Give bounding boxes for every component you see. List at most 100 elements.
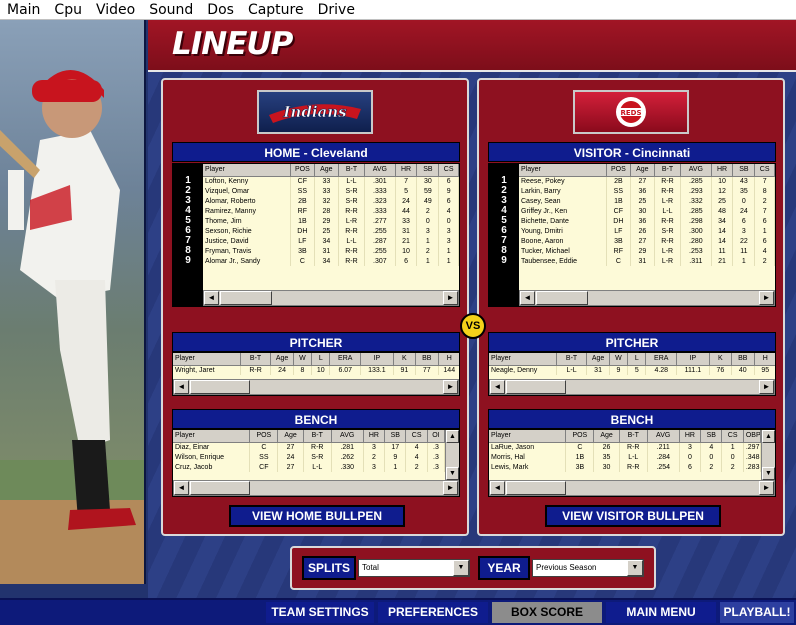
column-header[interactable]: Player (203, 164, 291, 177)
view-home-bullpen-button[interactable]: VIEW HOME BULLPEN (229, 505, 405, 527)
scroll-right-icon[interactable]: ► (759, 291, 774, 305)
table-row[interactable]: Taubensee, Eddie C 31 L-R .311 21 1 2 (519, 256, 775, 266)
column-header[interactable]: Age (593, 430, 620, 443)
chevron-down-icon[interactable]: ▼ (627, 560, 643, 576)
table-row[interactable]: Wright, Jaret R-R 24 8 10 6.07 133.1 91 77 144 (173, 365, 459, 375)
column-header[interactable]: Age (630, 164, 655, 177)
column-header[interactable]: AVG (680, 164, 712, 177)
home-lineup-hscroll[interactable]: ◄ ► (203, 290, 459, 306)
table-row[interactable]: Wilson, Enrique SS 24 S-R .262 2 9 4.3 (173, 452, 446, 462)
column-header[interactable]: Player (173, 430, 251, 443)
scroll-thumb[interactable] (506, 380, 566, 394)
column-header[interactable]: W (609, 353, 629, 366)
column-header[interactable]: BB (731, 353, 755, 366)
menu-cpu[interactable]: Cpu (47, 0, 89, 20)
column-header[interactable]: Player (489, 353, 557, 366)
column-header[interactable]: Age (586, 353, 610, 366)
column-header[interactable]: H (754, 353, 775, 366)
scroll-right-icon[interactable]: ► (443, 380, 458, 394)
table-row[interactable]: LaRue, Jason C 26 R-R .211 3 4 1.297 (489, 442, 762, 452)
menu-video[interactable]: Video (89, 0, 142, 20)
table-row[interactable]: Cruz, Jacob CF 27 L-L .330 3 1 2.3 (173, 462, 446, 472)
team-settings-button[interactable]: TEAM SETTINGS (266, 602, 374, 623)
table-row[interactable]: Young, Dmitri LF 26 S-R .300 14 3 1 (519, 226, 775, 236)
column-header[interactable]: HR (711, 164, 734, 177)
column-header[interactable]: B-T (654, 164, 682, 177)
column-header[interactable]: POS (565, 430, 595, 443)
column-header[interactable]: HR (679, 430, 702, 443)
column-header[interactable]: B-T (556, 353, 588, 366)
scroll-up-icon[interactable]: ▲ (762, 430, 775, 443)
column-header[interactable]: SB (416, 164, 440, 177)
column-header[interactable]: POS (249, 430, 279, 443)
scroll-left-icon[interactable]: ◄ (520, 291, 535, 305)
table-row[interactable]: Boone, Aaron 3B 27 R-R .280 14 22 6 (519, 236, 775, 246)
scroll-thumb[interactable] (190, 380, 250, 394)
menu-capture[interactable]: Capture (241, 0, 311, 20)
scroll-left-icon[interactable]: ◄ (174, 380, 189, 394)
column-header[interactable]: B-T (619, 430, 648, 443)
chevron-down-icon[interactable]: ▼ (453, 560, 469, 576)
column-header[interactable]: SB (700, 430, 723, 443)
visitor-bench-vscroll[interactable]: ▲ ▼ (761, 430, 775, 480)
scroll-left-icon[interactable]: ◄ (204, 291, 219, 305)
scroll-up-icon[interactable]: ▲ (446, 430, 459, 443)
table-row[interactable]: Ramirez, Manny RF 28 R-R .333 44 2 4 (203, 206, 459, 216)
column-header[interactable]: ERA (329, 353, 362, 366)
view-visitor-bullpen-button[interactable]: VIEW VISITOR BULLPEN (545, 505, 721, 527)
column-header[interactable]: BB (415, 353, 439, 366)
table-row[interactable]: Sexson, Richie DH 25 R-R .255 31 3 3 (203, 226, 459, 236)
column-header[interactable]: CS (754, 164, 775, 177)
column-header[interactable]: B-T (303, 430, 332, 443)
column-header[interactable]: B-T (338, 164, 366, 177)
scroll-left-icon[interactable]: ◄ (174, 481, 189, 495)
table-row[interactable]: Casey, Sean 1B 25 L-R .332 25 0 2 (519, 196, 775, 206)
table-row[interactable]: Neagle, Denny L-L 31 9 5 4.28 111.1 76 40 95 (489, 365, 775, 375)
scroll-down-icon[interactable]: ▼ (762, 467, 775, 480)
column-header[interactable]: Age (277, 430, 304, 443)
visitor-lineup-hscroll[interactable]: ◄ ► (519, 290, 775, 306)
table-row[interactable]: Bichette, Dante DH 36 R-R .298 34 6 6 (519, 216, 775, 226)
menu-dos[interactable]: Dos (200, 0, 241, 20)
column-header[interactable]: HR (395, 164, 418, 177)
table-row[interactable]: Lofton, Kenny CF 33 L-L .301 7 30 6 (203, 176, 459, 186)
column-header[interactable]: K (709, 353, 733, 366)
table-row[interactable]: Tucker, Michael RF 29 L-R .253 11 11 4 (519, 246, 775, 256)
scroll-right-icon[interactable]: ► (759, 380, 774, 394)
table-row[interactable]: Thome, Jim 1B 29 L-R .277 33 0 0 (203, 216, 459, 226)
column-header[interactable]: B-T (240, 353, 272, 366)
playball-button[interactable]: PLAYBALL! (720, 602, 794, 623)
scroll-right-icon[interactable]: ► (759, 481, 774, 495)
scroll-thumb[interactable] (220, 291, 272, 305)
column-header[interactable]: IP (676, 353, 710, 366)
visitor-bench-hscroll[interactable]: ◄ ► (489, 480, 775, 496)
table-row[interactable]: Lewis, Mark 3B 30 R-R .254 6 2 2.283 (489, 462, 762, 472)
column-header[interactable]: H (438, 353, 459, 366)
column-header[interactable]: IP (360, 353, 394, 366)
menu-drive[interactable]: Drive (311, 0, 362, 20)
column-header[interactable]: AVG (331, 430, 364, 443)
table-row[interactable]: Griffey Jr., Ken CF 30 L-L .285 48 24 7 (519, 206, 775, 216)
column-header[interactable]: Player (489, 430, 567, 443)
scroll-down-icon[interactable]: ▼ (446, 467, 459, 480)
column-header[interactable]: Player (519, 164, 607, 177)
table-row[interactable]: Fryman, Travis 3B 31 R-R .255 10 2 1 (203, 246, 459, 256)
column-header[interactable]: L (311, 353, 331, 366)
scroll-left-icon[interactable]: ◄ (490, 481, 505, 495)
preferences-button[interactable]: PREFERENCES (378, 602, 488, 623)
menu-main[interactable]: Main (0, 0, 47, 20)
column-header[interactable]: POS (290, 164, 315, 177)
table-row[interactable]: Morris, Hal 1B 35 L-L .284 0 0 0.348 (489, 452, 762, 462)
column-header[interactable]: POS (606, 164, 631, 177)
column-header[interactable]: Player (173, 353, 241, 366)
table-row[interactable]: Reese, Pokey 2B 27 R-R .285 10 43 7 (519, 176, 775, 186)
scroll-right-icon[interactable]: ► (443, 481, 458, 495)
box-score-button[interactable]: BOX SCORE (492, 602, 602, 623)
column-header[interactable]: AVG (364, 164, 396, 177)
main-menu-button[interactable]: MAIN MENU (606, 602, 716, 623)
column-header[interactable]: OBP (743, 430, 762, 443)
scroll-thumb[interactable] (506, 481, 566, 495)
menu-sound[interactable]: Sound (142, 0, 200, 20)
splits-select[interactable]: Total ▼ (358, 559, 470, 577)
column-header[interactable]: SB (732, 164, 756, 177)
